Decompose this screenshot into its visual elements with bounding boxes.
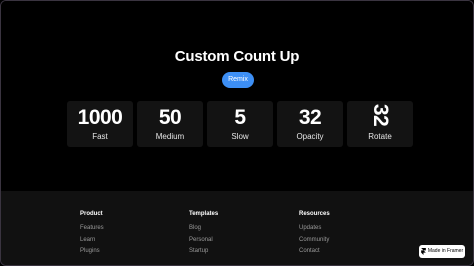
footer-link[interactable]: Startup: [189, 246, 218, 258]
counter-value: 32: [298, 106, 322, 129]
made-in-framer-badge[interactable]: Made in Framer: [419, 245, 465, 258]
counter-label: Rotate: [368, 132, 392, 141]
counter-card-medium: 50 Medium: [137, 101, 203, 147]
footer-column-product: Product Features Learn Plugins: [80, 211, 104, 258]
footer-link[interactable]: Plugins: [80, 246, 104, 258]
footer-heading: Resources: [299, 211, 330, 217]
footer-link[interactable]: Contact: [299, 246, 330, 258]
hero-section: Custom Count Up Remix 1000 Fast 50 Mediu…: [1, 1, 473, 191]
footer-column-templates: Templates Blog Personal Startup: [189, 211, 218, 258]
footer-column-resources: Resources Updates Community Contact: [299, 211, 330, 258]
footer: Product Features Learn Plugins Templates…: [1, 191, 473, 265]
counter-value: 50: [158, 106, 182, 129]
footer-heading: Product: [80, 211, 103, 217]
page-title: Custom Count Up: [174, 48, 300, 65]
footer-link[interactable]: Features: [80, 223, 104, 235]
framer-logo-icon: [421, 248, 426, 255]
counter-card-fast: 1000 Fast: [67, 101, 133, 147]
footer-link[interactable]: Blog: [189, 223, 218, 235]
counter-label: Slow: [231, 132, 249, 141]
counter-value: 1000: [77, 106, 123, 129]
footer-heading: Templates: [189, 211, 219, 217]
counter-card-slow: 5 Slow: [207, 101, 273, 147]
badge-label: Made in Framer: [427, 248, 464, 254]
footer-link[interactable]: Personal: [189, 235, 218, 247]
counter-value: 5: [234, 106, 246, 129]
footer-link[interactable]: Learn: [80, 235, 104, 247]
footer-link[interactable]: Updates: [299, 223, 330, 235]
counter-label: Fast: [92, 132, 108, 141]
counter-card-opacity: 32 Opacity: [277, 101, 343, 147]
counter-cards: 1000 Fast 50 Medium 5 Slow 32 Opacity 32…: [67, 101, 413, 147]
counter-label: Opacity: [296, 132, 324, 141]
remix-button[interactable]: Remix: [222, 72, 254, 88]
page-frame: Custom Count Up Remix 1000 Fast 50 Mediu…: [0, 0, 474, 266]
counter-card-rotate: 32 Rotate: [347, 101, 413, 147]
counter-label: Medium: [155, 132, 185, 141]
footer-link[interactable]: Community: [299, 235, 330, 247]
